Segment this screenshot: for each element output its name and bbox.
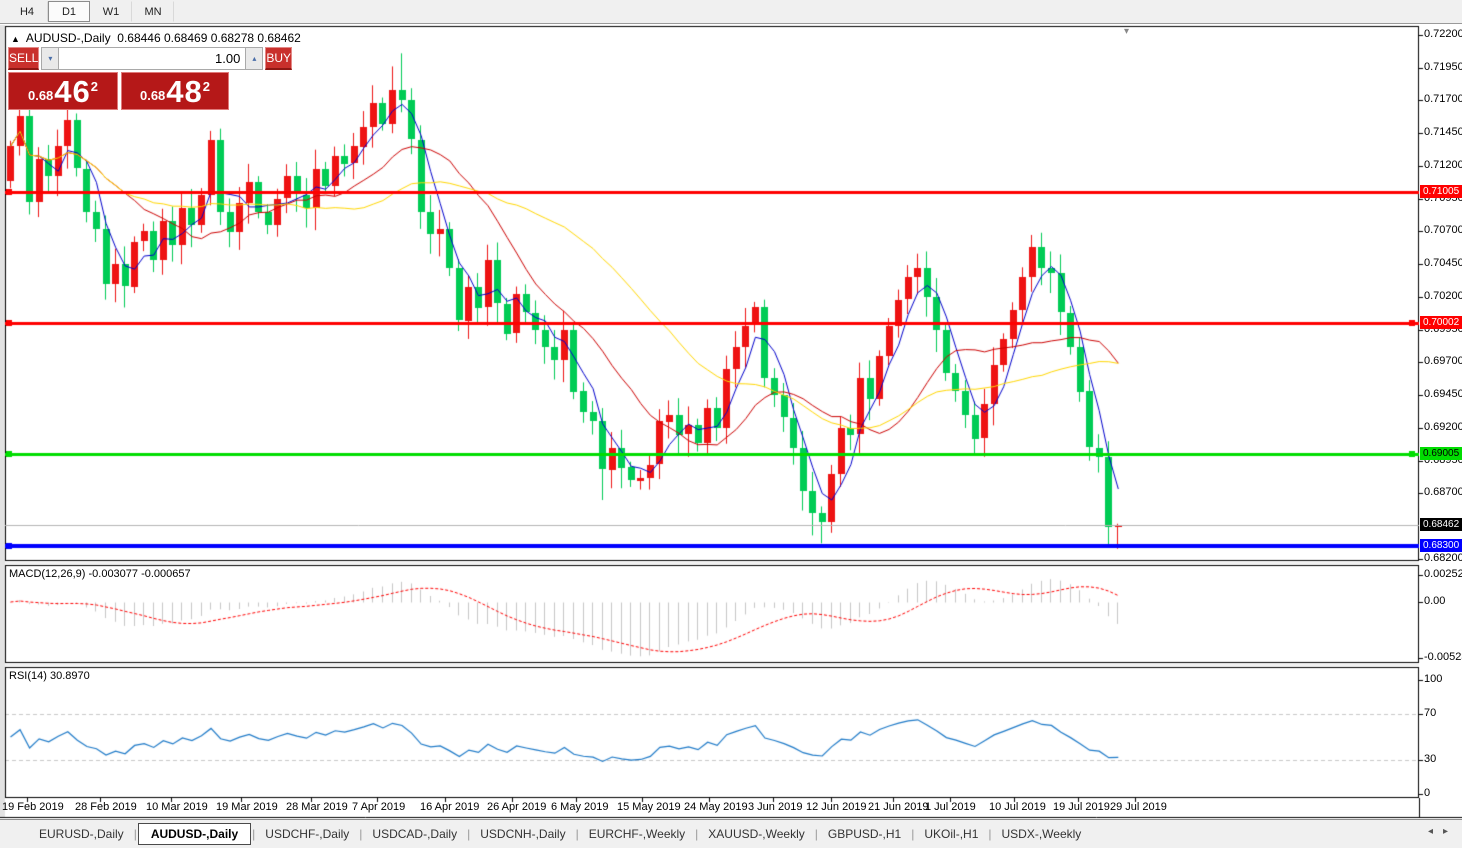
price-axis-tick: 0.72200 xyxy=(1424,28,1462,40)
date-axis-label: 7 Apr 2019 xyxy=(352,801,405,813)
date-axis-label: 19 Mar 2019 xyxy=(216,801,278,813)
date-axis-label: 19 Jul 2019 xyxy=(1053,801,1110,813)
timeframe-button-mn[interactable]: MN xyxy=(132,1,174,22)
macd-indicator-label: MACD(12,26,9) -0.003077 -0.000657 xyxy=(9,568,191,580)
price-axis-tick: 0.71450 xyxy=(1424,126,1462,138)
chart-tab-usdcad[interactable]: USDCAD-,Daily xyxy=(363,824,466,844)
rsi-axis-tick: 30 xyxy=(1424,753,1436,765)
macd-axis-tick: 0.002522 xyxy=(1424,568,1462,580)
tab-separator: | xyxy=(815,827,818,841)
tab-separator: | xyxy=(576,827,579,841)
date-axis-label: 21 Jun 2019 xyxy=(868,801,929,813)
buy-price-button[interactable]: 0.68 48 2 xyxy=(121,72,229,110)
price-axis-tick: 0.70450 xyxy=(1424,257,1462,269)
timeframe-button-h4[interactable]: H4 xyxy=(6,1,48,22)
price-level-chip: 0.68300 xyxy=(1420,539,1462,552)
date-axis-label: 6 May 2019 xyxy=(551,801,608,813)
price-chart-canvas[interactable] xyxy=(0,0,1462,848)
collapse-panel-icon[interactable]: ▲ xyxy=(11,34,20,44)
date-axis-label: 26 Apr 2019 xyxy=(487,801,546,813)
rsi-indicator-label: RSI(14) 30.8970 xyxy=(9,670,90,682)
sell-button[interactable]: SELL xyxy=(8,47,39,70)
tab-separator: | xyxy=(134,827,137,841)
chart-tab-bar: EURUSD-,Daily|AUDUSD-,Daily|USDCHF-,Dail… xyxy=(0,819,1462,848)
rsi-axis-tick: 0 xyxy=(1424,787,1430,799)
sell-price-point: 2 xyxy=(91,79,98,94)
buy-price-pips: 48 xyxy=(166,78,202,106)
tab-separator: | xyxy=(359,827,362,841)
symbol-period-label: AUDUSD-,Daily xyxy=(26,31,111,45)
price-axis-tick: 0.68200 xyxy=(1424,552,1462,564)
tab-separator: | xyxy=(467,827,470,841)
date-axis-label: 24 May 2019 xyxy=(684,801,748,813)
date-axis-label: 10 Jul 2019 xyxy=(989,801,1046,813)
price-level-chip: 0.70002 xyxy=(1420,316,1462,329)
chart-tab-ukoil[interactable]: UKOil-,H1 xyxy=(915,824,987,844)
chart-tab-usdchf[interactable]: USDCHF-,Daily xyxy=(256,824,358,844)
chart-title: ▲ AUDUSD-,Daily 0.68446 0.68469 0.68278 0… xyxy=(11,31,301,45)
sell-price-button[interactable]: 0.68 46 2 xyxy=(8,72,118,110)
price-axis-tick: 0.69700 xyxy=(1424,355,1462,367)
price-axis-tick: 0.71950 xyxy=(1424,61,1462,73)
date-axis-label: 19 Feb 2019 xyxy=(2,801,64,813)
sell-price-prefix: 0.68 xyxy=(28,86,53,106)
price-axis-tick: 0.69450 xyxy=(1424,388,1462,400)
tab-scroll-right-icon[interactable]: ▸ xyxy=(1443,826,1448,837)
buy-price-prefix: 0.68 xyxy=(140,86,165,106)
date-axis-label: 12 Jun 2019 xyxy=(806,801,867,813)
ohlc-values: 0.68446 0.68469 0.68278 0.68462 xyxy=(117,31,301,45)
tab-separator: | xyxy=(911,827,914,841)
date-axis-label: 3 Jun 2019 xyxy=(748,801,802,813)
chart-tab-eurchf[interactable]: EURCHF-,Weekly xyxy=(580,824,694,844)
date-axis-label: 16 Apr 2019 xyxy=(420,801,479,813)
macd-axis-tick: 0.00 xyxy=(1424,595,1445,607)
volume-input[interactable] xyxy=(59,47,245,70)
date-axis-label: 28 Feb 2019 xyxy=(75,801,137,813)
macd-axis-tick: -0.005234 xyxy=(1424,651,1462,663)
rsi-axis-tick: 70 xyxy=(1424,707,1436,719)
current-price-chip: 0.68462 xyxy=(1420,518,1462,531)
tab-scroll-arrows: ◂ ▸ xyxy=(1428,826,1448,837)
price-axis-tick: 0.68700 xyxy=(1424,486,1462,498)
tab-separator: | xyxy=(695,827,698,841)
rsi-axis-tick: 100 xyxy=(1424,673,1442,685)
volume-decrease-icon[interactable]: ▾ xyxy=(41,47,59,70)
price-axis-tick: 0.70700 xyxy=(1424,224,1462,236)
date-axis-label: 10 Mar 2019 xyxy=(146,801,208,813)
date-axis-label: 28 Mar 2019 xyxy=(286,801,348,813)
price-axis-tick: 0.71700 xyxy=(1424,93,1462,105)
price-axis-tick: 0.70200 xyxy=(1424,290,1462,302)
chart-shift-marker-icon[interactable]: ▾ xyxy=(1124,26,1129,37)
date-axis-label: 29 Jul 2019 xyxy=(1110,801,1167,813)
timeframe-button-d1[interactable]: D1 xyxy=(48,1,90,22)
tab-separator: | xyxy=(252,827,255,841)
price-level-chip: 0.69005 xyxy=(1420,447,1462,460)
one-click-trade-panel: SELL ▾ ▴ BUY 0.68 46 2 0.68 48 2 xyxy=(8,47,230,110)
buy-button[interactable]: BUY xyxy=(265,47,292,70)
volume-increase-icon[interactable]: ▴ xyxy=(245,47,263,70)
buy-price-point: 2 xyxy=(203,79,210,94)
tab-separator: | xyxy=(988,827,991,841)
chart-tab-usdx[interactable]: USDX-,Weekly xyxy=(993,824,1091,844)
date-axis-label: 1 Jul 2019 xyxy=(925,801,976,813)
timeframe-toolbar: H4D1W1MN xyxy=(0,0,1462,24)
sell-price-pips: 46 xyxy=(54,78,90,106)
timeframe-button-w1[interactable]: W1 xyxy=(90,1,132,22)
chart-tab-usdcnh[interactable]: USDCNH-,Daily xyxy=(471,824,574,844)
chart-tab-gbpusd[interactable]: GBPUSD-,H1 xyxy=(819,824,910,844)
chart-tab-eurusd[interactable]: EURUSD-,Daily xyxy=(30,824,133,844)
chart-tab-xauusd[interactable]: XAUUSD-,Weekly xyxy=(699,824,813,844)
price-axis-tick: 0.69200 xyxy=(1424,421,1462,433)
chart-tab-audusd[interactable]: AUDUSD-,Daily xyxy=(138,823,251,845)
tab-scroll-left-icon[interactable]: ◂ xyxy=(1428,826,1433,837)
price-axis-tick: 0.71200 xyxy=(1424,159,1462,171)
date-axis-label: 15 May 2019 xyxy=(617,801,681,813)
price-level-chip: 0.71005 xyxy=(1420,185,1462,198)
